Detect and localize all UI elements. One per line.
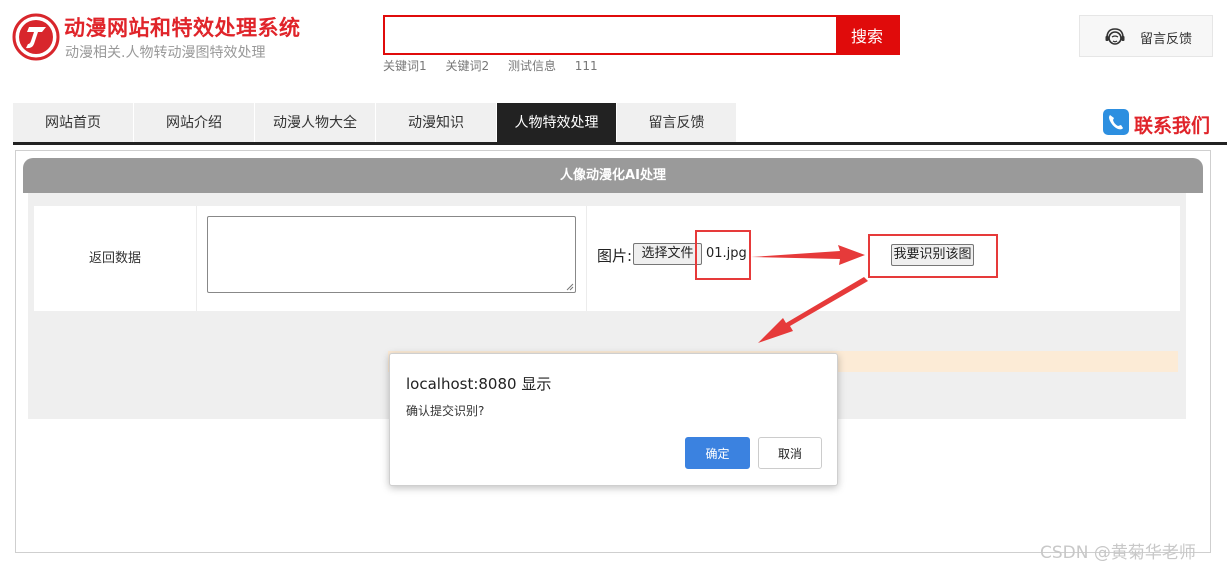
j-logo-icon[interactable]: [12, 13, 60, 61]
dialog-message: 确认提交识别?: [406, 404, 485, 418]
contact-us-label: 联系我们: [1134, 115, 1211, 137]
search-bar: 搜索: [383, 15, 900, 55]
return-data-label: 返回数据: [88, 251, 141, 266]
resize-grip-icon[interactable]: [566, 283, 574, 291]
headset-icon: [1105, 28, 1125, 45]
cell-divider: [196, 206, 197, 311]
site-title: 动漫网站和特效处理系统: [64, 16, 301, 40]
keyword-link[interactable]: 关键词1: [383, 59, 427, 73]
confirm-ok-button[interactable]: 确定: [685, 437, 750, 469]
confirm-cancel-button[interactable]: 取消: [758, 437, 822, 469]
hot-keywords: 关键词1 关键词2 测试信息 111: [383, 57, 613, 74]
nav-item-feedback[interactable]: 留言反馈: [617, 103, 737, 143]
choose-file-button[interactable]: 选择文件: [633, 243, 702, 265]
panel-title: 人像动漫化AI处理: [23, 158, 1203, 193]
cell-divider: [586, 206, 587, 311]
site-subtitle: 动漫相关.人物转动漫图特效处理: [65, 45, 266, 61]
form-row: 返回数据 图片: 选择文件 01.jpg 我要识别该图: [34, 206, 1180, 311]
image-label: 图片:: [597, 247, 633, 265]
keyword-link[interactable]: 111: [575, 59, 598, 73]
confirm-dialog: localhost:8080 显示 确认提交识别? 确定 取消: [389, 353, 838, 486]
dialog-title: localhost:8080 显示: [406, 375, 552, 393]
nav-item-home[interactable]: 网站首页: [13, 103, 134, 143]
feedback-label: 留言反馈: [1140, 32, 1193, 47]
nav-underline: [13, 142, 1227, 145]
filename-highlight-box: [695, 230, 751, 280]
nav-item-characters[interactable]: 动漫人物大全: [255, 103, 376, 143]
nav-item-effects[interactable]: 人物特效处理: [497, 103, 617, 143]
search-input[interactable]: [385, 17, 838, 53]
keyword-link[interactable]: 测试信息: [508, 59, 556, 73]
page: 动漫网站和特效处理系统 动漫相关.人物转动漫图特效处理 搜索 关键词1 关键词2…: [0, 0, 1227, 568]
nav-item-about[interactable]: 网站介绍: [134, 103, 255, 143]
search-button[interactable]: 搜索: [836, 17, 898, 53]
button-highlight-box: [868, 234, 998, 278]
return-data-textarea[interactable]: [207, 216, 576, 293]
phone-icon: [1103, 109, 1129, 135]
nav-item-knowledge[interactable]: 动漫知识: [376, 103, 497, 143]
watermark: CSDN @黄菊华老师: [1040, 543, 1196, 563]
keyword-link[interactable]: 关键词2: [445, 59, 489, 73]
feedback-button[interactable]: 留言反馈: [1079, 15, 1213, 57]
